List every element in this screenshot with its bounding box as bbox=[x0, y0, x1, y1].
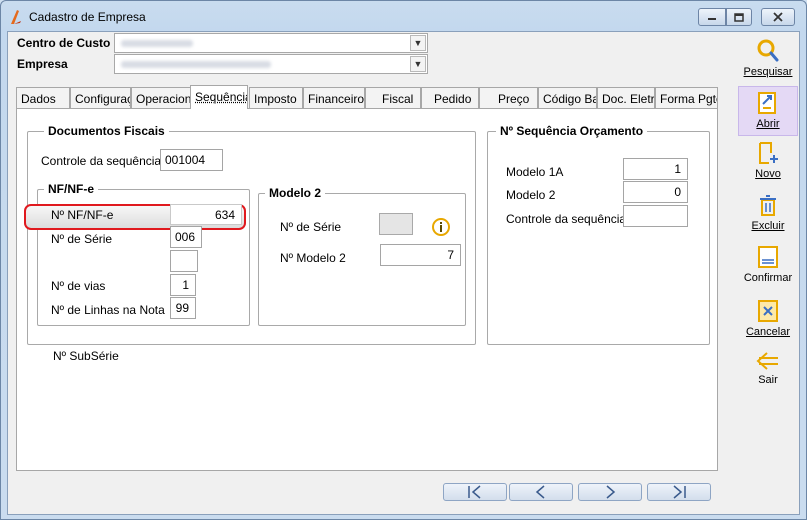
novo-label: Novo bbox=[755, 168, 781, 180]
tab-operacional[interactable]: Operaciona bbox=[131, 87, 191, 108]
nfe-vias-label: Nº de vias bbox=[51, 279, 106, 293]
maximize-icon bbox=[734, 12, 744, 22]
orcamento-modelo1a-input[interactable]: 1 bbox=[623, 158, 688, 180]
tab-codigo-barras[interactable]: Código Bar bbox=[538, 87, 597, 108]
tab-sequencia[interactable]: Sequência bbox=[190, 85, 248, 109]
previous-record-button[interactable] bbox=[509, 483, 573, 501]
maximize-button[interactable] bbox=[726, 8, 752, 26]
empresa-label: Empresa bbox=[17, 57, 68, 71]
window-title: Cadastro de Empresa bbox=[29, 10, 146, 24]
sair-button[interactable]: Sair bbox=[738, 350, 798, 390]
app-logo-icon bbox=[11, 10, 21, 24]
cancelar-label: Cancelar bbox=[745, 326, 791, 338]
excluir-label: Excluir bbox=[751, 220, 785, 232]
close-button[interactable] bbox=[761, 8, 795, 26]
nfe-subserie-label: Nº SubSérie bbox=[53, 349, 119, 363]
centro-custo-label: Centro de Custo bbox=[17, 36, 111, 50]
tab-configuracao[interactable]: Configuraç bbox=[70, 87, 131, 108]
nfe-serie-input[interactable]: 006 bbox=[170, 226, 202, 248]
chevron-left-icon bbox=[535, 485, 545, 499]
search-icon bbox=[757, 39, 779, 62]
modelo2-numero-label: Nº Modelo 2 bbox=[280, 251, 346, 265]
modelo2-serie-input[interactable] bbox=[379, 213, 413, 235]
trash-icon bbox=[760, 195, 776, 216]
close-icon bbox=[773, 12, 783, 22]
nfe-linhas-label: Nº de Linhas na Nota bbox=[51, 303, 165, 317]
nfe-numero-input[interactable]: 634 bbox=[170, 204, 242, 225]
client-area: Centro de Custo ▼ Empresa ▼ Dados Config… bbox=[7, 31, 800, 515]
orcamento-title: Nº Sequência Orçamento bbox=[496, 124, 648, 138]
modelo2-numero-input[interactable]: 7 bbox=[380, 244, 461, 266]
first-record-icon bbox=[468, 485, 481, 499]
centro-custo-select[interactable]: ▼ bbox=[114, 33, 428, 53]
open-document-icon bbox=[758, 92, 776, 114]
orcamento-modelo2-input[interactable]: 0 bbox=[623, 181, 688, 203]
minimize-button[interactable] bbox=[698, 8, 726, 26]
nfe-numero-label: Nº NF/NF-e bbox=[51, 208, 114, 222]
abrir-label: Abrir bbox=[756, 118, 780, 130]
last-record-icon bbox=[673, 485, 686, 499]
redacted-value bbox=[121, 61, 271, 68]
app-window: Cadastro de Empresa Centro de Custo ▼ Em… bbox=[0, 0, 807, 520]
nfe-subserie-input[interactable] bbox=[170, 250, 198, 272]
abrir-button[interactable]: Abrir bbox=[738, 86, 798, 136]
tab-pedido[interactable]: Pedido bbox=[421, 87, 479, 108]
chevron-right-icon bbox=[606, 485, 616, 499]
tab-imposto[interactable]: Imposto bbox=[249, 87, 303, 108]
next-record-button[interactable] bbox=[578, 483, 642, 501]
orcamento-controle-label: Controle da sequência bbox=[506, 212, 627, 226]
confirm-icon bbox=[758, 246, 778, 268]
empresa-select[interactable]: ▼ bbox=[114, 54, 428, 74]
sequencia-panel: Documentos Fiscais Controle da sequência… bbox=[16, 108, 718, 471]
modelo2-title: Modelo 2 bbox=[265, 186, 326, 200]
exit-arrow-icon bbox=[756, 352, 778, 370]
pesquisar-label: Pesquisar bbox=[743, 66, 793, 78]
nfe-linhas-input[interactable]: 99 bbox=[170, 297, 196, 319]
tab-forma-pgto[interactable]: Forma Pgto bbox=[655, 87, 718, 108]
novo-button[interactable]: Novo bbox=[738, 140, 798, 188]
confirmar-label: Confirmar bbox=[743, 272, 793, 284]
sair-label: Sair bbox=[758, 374, 778, 386]
chevron-down-icon[interactable]: ▼ bbox=[410, 56, 426, 72]
tab-doc-eletronico[interactable]: Doc. Eletrô bbox=[597, 87, 655, 108]
excluir-button[interactable]: Excluir bbox=[738, 192, 798, 240]
tab-preco[interactable]: Preço bbox=[479, 87, 538, 108]
tab-dados[interactable]: Dados bbox=[16, 87, 70, 108]
controle-sequencia-input[interactable]: 001004 bbox=[160, 149, 223, 171]
info-icon[interactable] bbox=[431, 217, 451, 237]
pesquisar-button[interactable]: Pesquisar bbox=[738, 38, 798, 86]
tab-financeiro[interactable]: Financeiro bbox=[303, 87, 365, 108]
last-record-button[interactable] bbox=[647, 483, 711, 501]
redacted-value bbox=[121, 40, 193, 47]
orcamento-modelo2-label: Modelo 2 bbox=[506, 188, 556, 202]
nfe-vias-input[interactable]: 1 bbox=[170, 274, 196, 296]
first-record-button[interactable] bbox=[443, 483, 507, 501]
new-document-icon bbox=[759, 142, 778, 164]
controle-sequencia-label: Controle da sequência bbox=[41, 154, 162, 168]
cancel-icon bbox=[758, 300, 778, 322]
confirmar-button[interactable]: Confirmar bbox=[738, 244, 798, 292]
orcamento-modelo1a-label: Modelo 1A bbox=[506, 165, 564, 179]
nfe-title: NF/NF-e bbox=[44, 182, 98, 196]
documentos-fiscais-title: Documentos Fiscais bbox=[44, 124, 169, 138]
modelo2-serie-label: Nº de Série bbox=[280, 220, 342, 234]
minimize-icon bbox=[708, 18, 716, 20]
title-bar[interactable]: Cadastro de Empresa bbox=[1, 1, 806, 33]
orcamento-controle-input[interactable] bbox=[623, 205, 688, 227]
chevron-down-icon[interactable]: ▼ bbox=[410, 35, 426, 51]
tab-fiscal[interactable]: Fiscal bbox=[365, 87, 421, 108]
cancelar-button[interactable]: Cancelar bbox=[738, 298, 798, 346]
nfe-serie-label: Nº de Série bbox=[51, 232, 113, 246]
